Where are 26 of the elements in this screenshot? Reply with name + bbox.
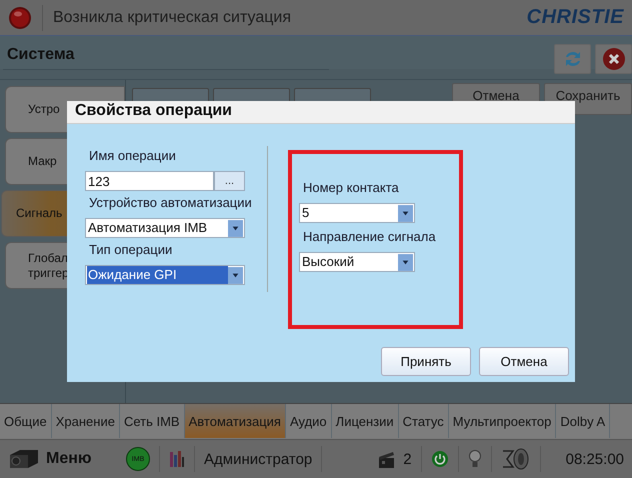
field-label: Направление сигнала <box>302 229 436 245</box>
alert-title: Возникла критическая ситуация <box>53 8 292 26</box>
alert-status-icon <box>8 6 32 30</box>
clock-time: 08:25:00 <box>566 450 624 468</box>
text-field[interactable]: 123 <box>85 171 214 191</box>
combo-box[interactable]: Высокий <box>299 252 415 272</box>
dialog-title: Свойства операции <box>67 101 575 124</box>
field-label: Номер контакта <box>302 180 399 196</box>
bar-chart-icon[interactable] <box>169 450 186 468</box>
lamp-module-icon[interactable] <box>500 448 531 470</box>
user-name: Администратор <box>204 450 312 468</box>
projector-icon[interactable] <box>8 447 40 471</box>
dialog-button[interactable]: Отмена <box>479 347 569 376</box>
lightbulb-icon[interactable] <box>468 449 482 469</box>
logo: CHRISTIE <box>526 6 624 29</box>
menu-label[interactable]: Меню <box>46 450 92 468</box>
close-button[interactable] <box>595 44 632 74</box>
section-title: Система <box>7 44 76 64</box>
combo-box[interactable]: Ожидание GPI <box>85 265 245 285</box>
bottom-tab[interactable]: Автоматизация <box>184 404 286 438</box>
job-count: 2 <box>403 450 412 468</box>
dialog-button[interactable]: Принять <box>381 347 471 376</box>
combo-box[interactable]: Автоматизация IMB <box>85 218 245 238</box>
browse-button[interactable]: ... <box>214 171 245 191</box>
combo-box[interactable]: 5 <box>299 203 415 223</box>
power-icon[interactable] <box>430 450 449 468</box>
